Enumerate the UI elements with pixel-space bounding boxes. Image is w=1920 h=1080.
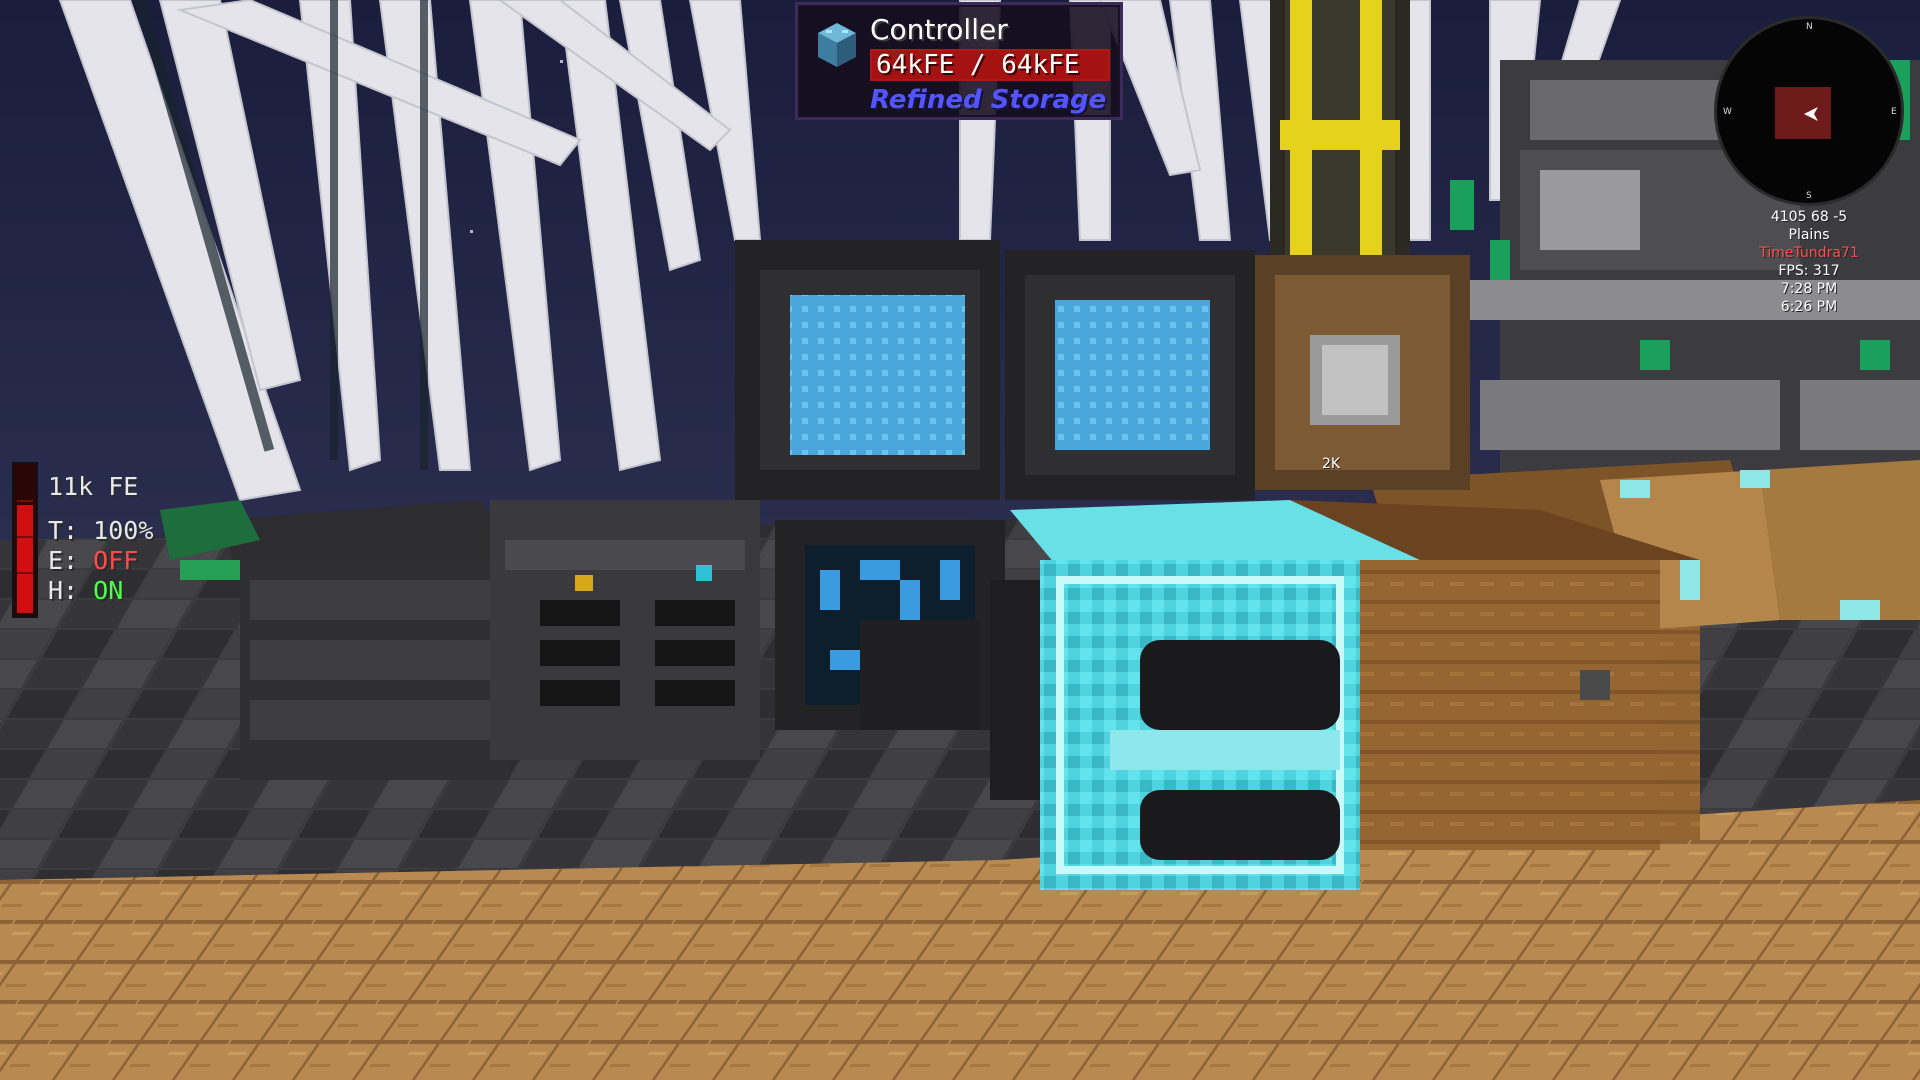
e-status-label: E: <box>48 546 79 575</box>
game-viewport[interactable]: 2K Controller 64kFE / 64kFE Refined Stor… <box>0 0 1920 1080</box>
h-status-label: H: <box>48 576 79 605</box>
compass-east: E <box>1891 107 1897 117</box>
compass-north: N <box>1806 22 1813 32</box>
player-name: TimeTundra71 <box>1759 245 1859 261</box>
temperature-line: T: 100% <box>48 516 153 545</box>
coordinates: 4105 68 -5 <box>1770 209 1848 225</box>
controller-block-icon <box>818 23 856 67</box>
game-time: 7:28 PM <box>1780 281 1838 297</box>
e-status-value: OFF <box>93 546 139 575</box>
temperature-label: T: <box>48 516 79 545</box>
compass-south: S <box>1806 191 1812 201</box>
block-name: Controller <box>870 13 1008 46</box>
energy-bar: 64kFE / 64kFE <box>870 49 1110 81</box>
energy-text: 64kFE / 64kFE <box>876 50 1080 80</box>
player-arrow-icon <box>1804 107 1818 121</box>
compass-west: W <box>1723 107 1732 117</box>
h-status-line: H: ON <box>48 576 123 605</box>
energy-gauge <box>12 462 38 618</box>
real-time: 6:26 PM <box>1780 299 1838 315</box>
energy-hud: 11k FE T: 100% E: OFF H: ON <box>12 462 212 622</box>
world-scene <box>0 0 1920 1080</box>
energy-stored: 11k FE <box>48 472 139 501</box>
temperature-value: 100% <box>93 516 154 545</box>
biome: Plains <box>1788 227 1830 243</box>
block-info-tooltip: Controller 64kFE / 64kFE Refined Storage <box>795 2 1123 120</box>
energy-gauge-fill <box>17 505 33 613</box>
disk-capacity-label: 2K <box>1322 456 1341 472</box>
e-status-line: E: OFF <box>48 546 138 575</box>
minimap-info: 4105 68 -5 Plains TimeTundra71 FPS: 317 … <box>1714 208 1904 316</box>
h-status-value: ON <box>93 576 124 605</box>
minimap: N S E W <box>1714 16 1904 206</box>
fps: FPS: 317 <box>1778 263 1840 279</box>
minimap-explored-area <box>1775 87 1831 139</box>
mod-name: Refined Storage <box>870 85 1107 115</box>
